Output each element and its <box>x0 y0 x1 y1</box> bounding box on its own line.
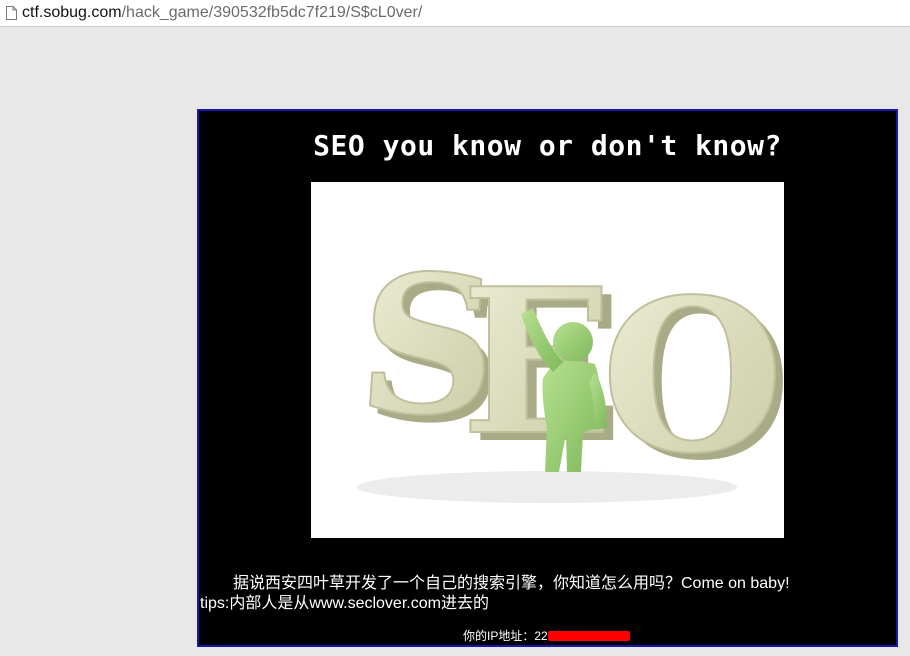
ip-address-row: 你的IP地址：22 <box>463 627 630 644</box>
ip-label: 你的IP地址：22 <box>463 629 548 643</box>
page-icon <box>6 6 17 20</box>
page-title: SEO you know or don't know? <box>313 129 782 162</box>
description-line1: 据说西安四叶草开发了一个自己的搜索引擎，你知道怎么用吗？Come on baby… <box>233 575 790 592</box>
url-host: ctf.sobug.com <box>22 4 122 21</box>
challenge-panel: SEO you know or don't know? S E O S E O <box>197 109 898 647</box>
svg-text:E: E <box>461 245 613 480</box>
svg-text:O: O <box>601 253 784 500</box>
url-path: /hack_game/390532fb5dc7f219/S$cL0ver/ <box>121 4 423 21</box>
description-tips: tips:内部人是从www.seclover.com进去的 <box>200 595 489 612</box>
address-bar[interactable]: ctf.sobug.com/hack_game/390532fb5dc7f219… <box>0 0 910 27</box>
redaction-mark <box>547 630 630 641</box>
description: 据说西安四叶草开发了一个自己的搜索引擎，你知道怎么用吗？Come on baby… <box>199 574 896 614</box>
seo-illustration: S E O S E O <box>351 232 792 507</box>
seo-image: S E O S E O <box>311 182 792 538</box>
url-text[interactable]: ctf.sobug.com/hack_game/390532fb5dc7f219… <box>22 4 422 22</box>
